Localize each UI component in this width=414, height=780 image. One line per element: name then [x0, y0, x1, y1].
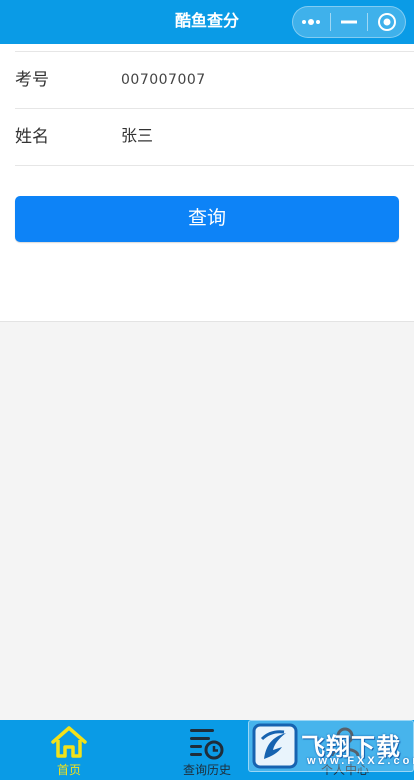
more-button[interactable] [293, 7, 330, 37]
more-dots-icon [302, 19, 321, 25]
history-list-icon [190, 729, 224, 760]
tab-home[interactable]: 首页 [0, 720, 138, 780]
fxxz-logo-icon [252, 723, 298, 769]
query-button[interactable]: 查询 [15, 196, 399, 242]
watermark: 飞翔下载 www.FXXZ.com [248, 720, 414, 772]
home-icon [51, 726, 87, 758]
name-row: 姓名 张三 [15, 109, 414, 166]
exam-number-field[interactable]: 007007007 [121, 52, 206, 108]
exam-number-row: 考号 007007007 [15, 52, 414, 109]
name-label: 姓名 [15, 127, 49, 146]
minimize-icon [341, 20, 357, 24]
close-button[interactable] [368, 7, 405, 37]
menu-capsule [292, 6, 406, 38]
query-form: 考号 007007007 姓名 张三 查询 [0, 44, 414, 322]
exam-number-label: 考号 [15, 70, 49, 89]
name-field[interactable]: 张三 [121, 109, 153, 165]
tab-home-label: 首页 [56, 763, 81, 777]
watermark-subtitle: www.FXXZ.com [307, 755, 414, 767]
minimize-button[interactable] [331, 7, 368, 37]
navigation-bar: 酷鱼查分 [0, 0, 414, 44]
target-close-icon [377, 13, 396, 31]
